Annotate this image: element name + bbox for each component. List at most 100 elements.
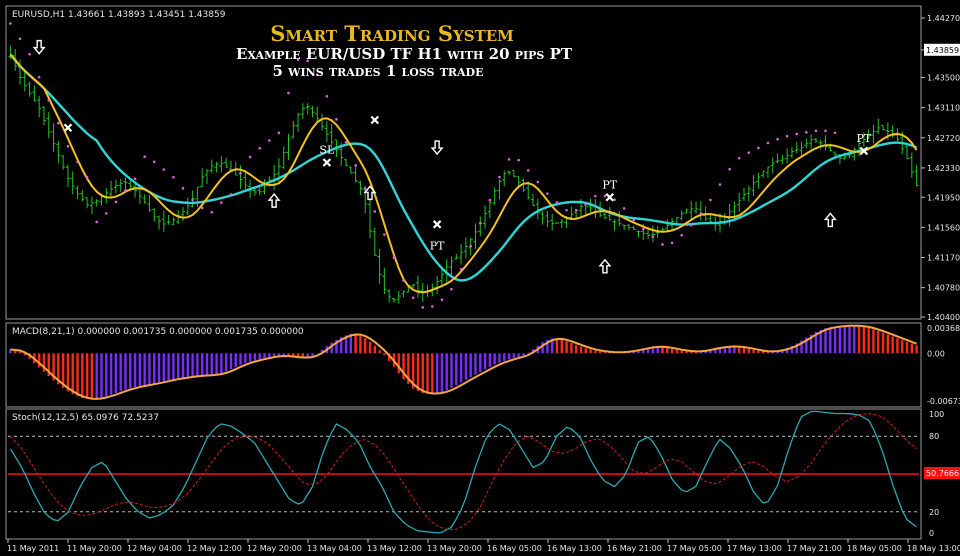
psar-dot <box>383 233 386 236</box>
psar-dot <box>805 131 808 134</box>
time-tick-label: 17 May 21:00 <box>787 544 842 553</box>
psar-dot <box>402 279 405 282</box>
psar-dot <box>47 98 51 102</box>
psar-dot <box>632 218 636 222</box>
slow-ma-line <box>9 53 918 282</box>
signal-label: SL <box>319 144 335 157</box>
chart-title: Smart Trading System <box>270 21 514 46</box>
psar-dot <box>526 169 530 172</box>
stochastic-panel <box>8 410 919 534</box>
stoch-main-line <box>9 410 917 534</box>
stoch-current-label: 50.7666 <box>926 469 959 478</box>
trading-chart: SLPTPTPT 1.442701.438591.435001.431101.4… <box>5 5 960 553</box>
time-tick-label: 16 May 13:00 <box>547 544 602 553</box>
psar-dot <box>766 141 770 145</box>
time-tick-label: 13 May 20:00 <box>427 544 482 553</box>
fast-ma-line <box>9 53 918 294</box>
stoch-tick-label: 100 <box>929 410 944 419</box>
psar-dot <box>594 194 597 198</box>
psar-dot <box>392 256 396 259</box>
psar-dot <box>363 187 367 190</box>
psar-dot <box>66 144 70 148</box>
psar-dot <box>622 207 626 210</box>
psar-dot <box>76 160 79 164</box>
psar-dot <box>57 121 60 125</box>
macd-tick-label: 0.00 <box>927 349 945 358</box>
sell-arrow-icon <box>32 39 46 55</box>
psar-dot <box>459 267 463 271</box>
stoch-tick-label: 20 <box>929 508 939 517</box>
psar-dot <box>507 158 511 161</box>
price-tick-label: 1.42330 <box>927 164 960 173</box>
price-tick-label: 1.41170 <box>927 254 960 263</box>
current-price-label: 1.43859 <box>926 46 959 55</box>
psar-dot <box>143 155 146 158</box>
psar-dot <box>555 201 559 204</box>
stoch-tick-label: 0 <box>929 529 934 538</box>
exit-cross-icon <box>370 115 380 125</box>
psar-dot <box>431 305 434 308</box>
time-tick-label: 11 May 2011 <box>7 544 59 553</box>
axis-labels: 1.44270 1.43859 1.43500 1.43110 1.42720 1.423… <box>7 14 960 553</box>
psar-dot <box>9 22 12 25</box>
time-tick-label: 12 May 04:00 <box>127 544 182 553</box>
price-tick-label: 1.40780 <box>927 284 960 293</box>
psar-dot <box>440 298 444 301</box>
stoch-panel-header: Stoch(12,12,5) 65.0976 72.5237 <box>12 413 159 423</box>
psar-dot <box>181 187 185 190</box>
psar-dot <box>728 167 731 171</box>
time-tick-label: 18 May 13:00 <box>907 544 960 553</box>
time-tick-label: 16 May 05:00 <box>487 544 542 553</box>
price-tick-label: 1.42720 <box>927 134 960 143</box>
price-tick-label: 1.43500 <box>927 74 960 83</box>
psar-dot <box>718 183 722 186</box>
price-tick-label: 1.44270 <box>927 14 960 23</box>
psar-dot <box>824 129 827 133</box>
time-tick-label: 18 May 05:00 <box>847 544 902 553</box>
exit-cross-icon <box>432 220 442 229</box>
psar-dot <box>498 175 501 179</box>
psar-dot <box>104 212 108 215</box>
psar-dot <box>661 243 664 246</box>
psar-dot <box>546 192 549 195</box>
time-tick-label: 11 May 20:00 <box>67 544 122 553</box>
psar-dot <box>584 202 588 206</box>
psar-dot <box>172 175 175 179</box>
sell-arrow-icon <box>430 140 444 156</box>
psar-dot <box>536 180 540 184</box>
signal-label: PT <box>430 239 445 252</box>
psar-dot <box>152 160 156 164</box>
psar-dot <box>344 141 348 144</box>
psar-dot <box>239 172 242 175</box>
signal-label: PT <box>856 132 871 145</box>
psar-dot <box>325 94 329 98</box>
psar-dot <box>229 193 233 196</box>
psar-dot <box>373 210 377 213</box>
time-tick-label: 13 May 12:00 <box>367 544 422 553</box>
psar-dot <box>18 37 22 41</box>
psar-dot <box>191 198 194 202</box>
psar-dot <box>220 201 223 204</box>
exit-cross-icon <box>63 123 73 133</box>
price-tick-label: 1.40400 <box>927 313 960 322</box>
psar-dot <box>699 212 703 215</box>
time-tick-label: 12 May 20:00 <box>247 544 302 553</box>
price-tick-label: 1.43110 <box>927 104 960 113</box>
psar-dot <box>248 155 252 159</box>
exit-cross-icon <box>322 158 332 167</box>
time-tick-label: 13 May 04:00 <box>307 544 362 553</box>
psar-dot <box>268 139 271 142</box>
time-tick-label: 12 May 12:00 <box>187 544 242 553</box>
buy-arrow-icon <box>823 212 837 228</box>
psar-dot <box>651 235 655 239</box>
psar-dot <box>28 52 31 56</box>
psar-dot <box>785 134 789 138</box>
psar-dot <box>450 287 453 291</box>
price-tick-label: 1.41560 <box>927 223 960 232</box>
psar-dot <box>85 175 89 179</box>
psar-dot <box>709 198 712 202</box>
time-tick-label: 16 May 21:00 <box>607 544 662 553</box>
psar-dot <box>670 241 674 245</box>
psar-dot <box>574 208 578 212</box>
psar-dot <box>680 233 683 237</box>
